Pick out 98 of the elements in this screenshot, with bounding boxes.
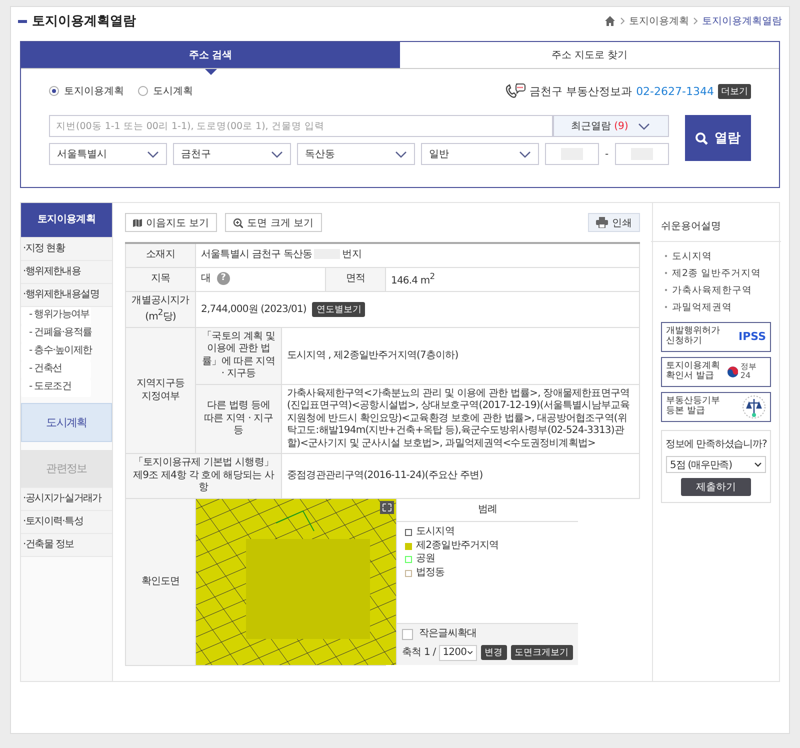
row-label: 「토지이용규제 기본법 시행령」 제9조 제4항 각 호에 해당되는 사항 [126,454,282,498]
rating-select[interactable]: 5점 (매우만족) [666,456,766,473]
term-link[interactable]: 가축사육제한구역 [672,285,752,296]
emblem-icon [742,395,766,419]
address-suffix: 번지 [342,249,362,260]
service-link[interactable]: 토지이용계획 확인서 발급 정부24 [661,357,771,387]
row-label: 개별공시지가(m$^{2}$당) [126,291,196,328]
legend-label: 제2종일반주거지역 [416,540,499,552]
phone-chat-icon [504,83,526,99]
region-select[interactable]: 독산동 [297,143,415,165]
sidebar-header[interactable]: 토지이용계획 [21,203,112,238]
price-text: 2,744,000원 (2023/01) [201,304,306,315]
row-label: 지목 [126,267,196,291]
printer-icon [596,217,608,228]
service-logo: IPSS [738,330,766,344]
recent-views-button[interactable]: 최근열람 (9) [552,115,669,137]
land-category-text: 대 [201,273,211,284]
decree-value: 중점경관관리구역(2016-11-24)(주요산 주변) [282,454,640,498]
tab-pointer-icon [204,69,216,75]
enlarge-map-button[interactable]: 도면크게보기 [510,645,573,660]
chevron-down-icon [395,150,407,158]
row-label: 확인도면 [126,498,196,666]
chevron-down-icon [271,150,283,158]
search-tab[interactable]: 주소 검색 [21,42,400,68]
legend-title: 범례 [397,498,578,522]
row-label: 다른 법령 등에 따른 지역 · 지구등 [196,384,282,454]
page-title: 토지이용계획열람 [32,13,136,30]
region-select[interactable]: 서울특별시 [49,143,167,165]
main-number-field[interactable] [545,143,599,165]
radio-button[interactable] [49,86,59,96]
view-button[interactable]: 열람 [684,115,751,161]
more-button[interactable]: 더보기 [718,84,751,98]
sidebar-subitem[interactable]: - 행위가능여부 [21,307,91,325]
sidebar-tile[interactable]: 도시계획 [21,403,112,442]
chevron-down-icon [466,650,473,656]
zoom-in-icon [233,218,244,228]
row-label: 지역지구등 지정여부 [126,327,196,454]
region-select[interactable]: 일반 [421,143,539,165]
radio-button[interactable] [138,86,148,96]
sidebar-item[interactable]: ·공시지가·실거래가 [21,488,112,512]
row-label: 소재지 [126,243,196,267]
chevron-down-icon [147,150,159,158]
change-button[interactable]: 변경 [480,645,507,660]
yearly-view-button[interactable]: 연도별보기 [312,302,366,317]
toolbar-button[interactable]: 이음지도 보기 [125,213,218,232]
dash-icon [18,20,27,22]
section-title: 쉬운용어설명 [651,203,781,242]
address-input-field[interactable]: 지번(00동 1-1 또는 00리 1-1), 도로명(00로 1), 건물명 입력 [49,115,553,137]
service-link[interactable]: 부동산등기부등본 발급 [661,392,771,422]
row-label: 「국토의 계획 및 이용에 관한 법률」에 따른 지역 · 지구등 [196,327,282,384]
zone-value: 가축사육제한구역<가축분뇨의 관리 및 이용에 관한 법률>, 장애물제한표면구역(진입표면구역)<공항시설법>, 상대보호구역(2017-12-19)(서울특별시남부교육지원청에 반드시 확인요망)<교육환경 보호에 관한 법률>, 대공방어협조구역(위탁고도:해발194m(지반+건축+옥탑 등),육군수도방위사령부(02-524-3313)관할)<군사기지 및 군사시설 보호법>, 과밀억제권역<수도권정비계획법> [282,384,640,454]
chevron-down-icon [754,462,762,467]
sidebar-subitem[interactable]: - 도로조건 [21,379,91,397]
sidebar-item[interactable]: ·건축물 정보 [21,534,112,558]
service-link[interactable]: 개발행위허가 신청하기 IPSS [661,322,771,352]
dash-separator: - [605,148,609,160]
submit-button[interactable]: 제출하기 [681,478,751,496]
taegeuk-icon [726,366,738,378]
term-link[interactable]: 도시지역 [672,251,712,262]
toolbar-button[interactable]: 도면 크게 보기 [225,213,322,232]
radio-label: 토지이용계획 [64,85,124,98]
search-icon [695,132,708,144]
region-select[interactable]: 금천구 [173,143,291,165]
chevron-right-icon [693,17,698,25]
survey-question: 정보에 만족하셨습니까? [665,438,767,451]
map-icon [133,218,142,228]
sidebar-subitem[interactable]: - 건폐율·용적률 [21,325,91,343]
legend-label: 도시지역 [416,526,454,539]
contact-label: 금천구 부동산정보과 [530,84,632,98]
service-logo: 정부24 [726,363,766,381]
zone-value: 도시지역 , 제2종일반주거지역(7층이하) [282,327,640,384]
home-icon[interactable] [604,15,616,27]
scale-select[interactable]: 1200 [438,644,477,661]
print-button[interactable]: 인쇄 [588,213,640,232]
breadcrumb-link[interactable]: 토지이용계획 [629,14,689,28]
radio-label: 도시계획 [153,85,193,98]
checkbox-label: 작은글씨확대 [419,628,477,641]
chevron-down-icon [519,150,531,158]
sidebar-item[interactable]: ·토지이력·특성 [21,511,112,534]
checkbox[interactable] [402,629,413,640]
area-value: 146.4 m$^{2}$ [386,267,640,291]
sidebar-subitem[interactable]: - 층수·높이제한 [21,343,91,361]
chevron-right-icon [620,17,625,25]
sidebar-item[interactable]: ·지정 현황 [21,238,112,261]
row-label: 면적 [326,267,386,291]
term-link[interactable]: 제2종 일반주거지역 [672,268,762,279]
address-text: 서울특별시 금천구 독산동 [201,249,312,260]
phone-number: 02-2627-1344 [636,84,714,98]
legend-label: 공원 [416,553,436,566]
chevron-down-icon [638,122,650,130]
sidebar-subitem[interactable]: - 건축선 [21,361,91,379]
scale-label: 축척 1 / [402,646,436,660]
sidebar-item[interactable]: ·행위제한내용 [21,261,112,284]
sub-number-field[interactable] [614,143,669,165]
legend-label: 법정동 [416,566,445,580]
sidebar-item[interactable]: ·행위제한내용설명 [21,284,112,307]
term-link[interactable]: 과밀억제권역 [672,302,732,313]
breadcrumb-link[interactable]: 토지이용계획열람 [702,14,782,28]
